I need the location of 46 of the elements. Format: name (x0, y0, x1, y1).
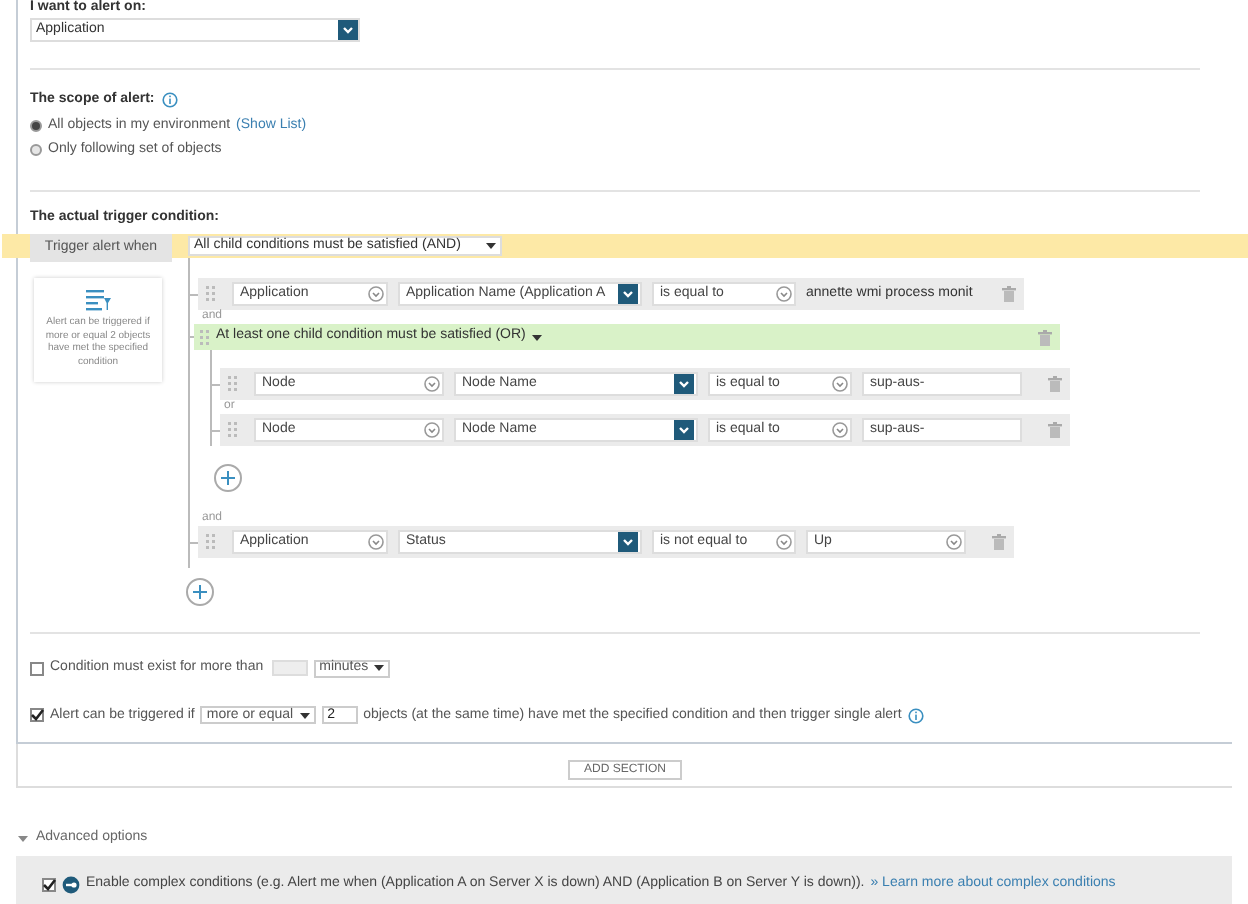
checkbox[interactable] (30, 661, 44, 676)
radio-button[interactable] (30, 144, 42, 157)
trash-icon (1048, 376, 1062, 392)
plus-icon (186, 578, 214, 606)
plus-icon (214, 464, 242, 492)
trash-icon (1002, 286, 1016, 302)
dropdown-circle-icon (368, 534, 384, 550)
drag-handle-icon (228, 422, 238, 438)
dropdown-button-icon (674, 374, 694, 394)
drag-handle-icon (206, 286, 216, 302)
dropdown-circle-icon (832, 422, 848, 438)
dropdown-circle-icon (776, 286, 792, 302)
caret-down-icon (374, 664, 385, 673)
dropdown-circle-icon (946, 534, 962, 550)
dropdown-circle-icon (368, 286, 384, 302)
dropdown-button-icon (618, 532, 638, 552)
delete-button[interactable] (1038, 329, 1052, 345)
checkbox[interactable] (30, 708, 44, 723)
caret-down-icon (299, 711, 310, 720)
duration-field[interactable] (271, 660, 308, 677)
dropdown-circle-icon (832, 376, 848, 392)
info-icon (907, 707, 924, 724)
trash-icon (1038, 329, 1052, 345)
drag-handle-icon (228, 376, 238, 392)
checkmark-icon (30, 708, 44, 723)
dropdown-button-icon (674, 420, 694, 440)
dropdown-circle-icon (424, 376, 440, 392)
dropdown-circle-icon (424, 422, 440, 438)
trash-icon (1048, 422, 1062, 438)
trash-icon (992, 534, 1006, 550)
drag-handle-icon (200, 329, 210, 345)
radio-button[interactable] (30, 119, 42, 132)
dropdown-button-icon (618, 284, 638, 304)
list-filter-icon (84, 286, 112, 314)
checkmark-icon (42, 877, 56, 891)
checkbox[interactable] (42, 877, 56, 891)
caret-down-icon (486, 242, 496, 250)
dropdown-circle-icon (776, 534, 792, 550)
delete-button[interactable] (1002, 286, 1016, 302)
drag-handle-icon (206, 534, 216, 550)
info-icon (162, 92, 179, 109)
delete-button[interactable] (992, 534, 1006, 550)
delete-button[interactable] (1048, 376, 1062, 392)
dropdown-button-icon (338, 20, 358, 40)
caret-down-icon (531, 333, 542, 341)
delete-button[interactable] (1048, 422, 1062, 438)
